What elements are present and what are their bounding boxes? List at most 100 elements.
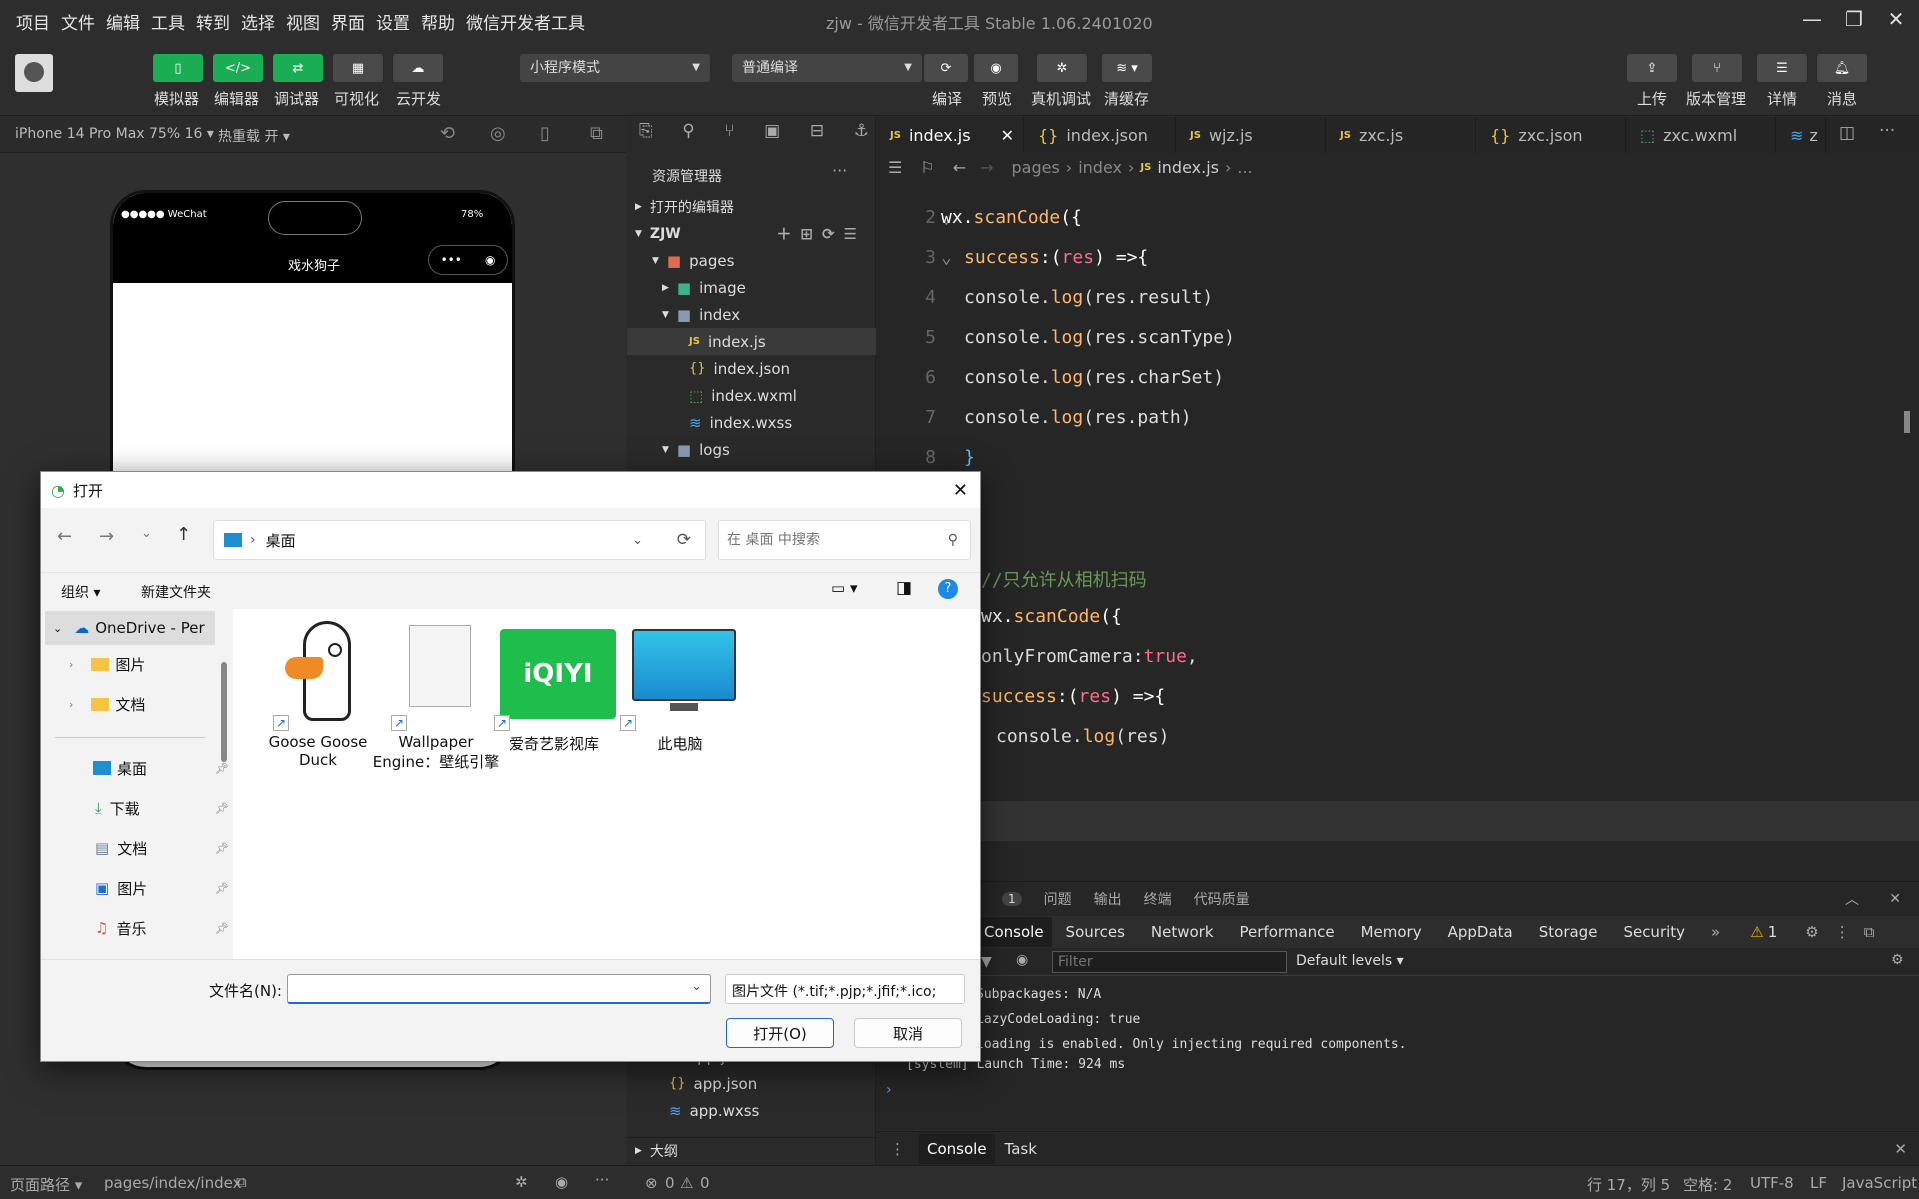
preview-pane-icon[interactable]: ◨ <box>896 578 912 598</box>
minimize-icon[interactable]: — <box>1792 4 1832 34</box>
tab-output[interactable]: 输出 <box>1094 889 1122 909</box>
outline-section[interactable]: ▶ 大纲 <box>627 1137 876 1164</box>
version-button[interactable]: ⑂ <box>1692 54 1742 82</box>
nav-pics2[interactable]: ▣ 图片 📌︎ <box>51 871 231 905</box>
forward-icon[interactable]: → <box>99 526 114 547</box>
tab-security[interactable]: Security <box>1623 923 1685 941</box>
clear-cache-button[interactable]: ≋ ▾ <box>1102 54 1152 82</box>
target-icon[interactable]: ◉ <box>485 253 495 267</box>
hot-reload-toggle[interactable]: 热重载 开 ▾ <box>218 126 290 146</box>
close-icon[interactable]: ✕ <box>1876 4 1916 34</box>
back-icon[interactable]: ← <box>57 526 72 547</box>
tab-zxc-js[interactable]: JS zxc.js <box>1326 117 1476 153</box>
cloud-button[interactable]: ☁ <box>393 54 443 82</box>
tab-terminal[interactable]: 终端 <box>1144 889 1172 909</box>
capsule-button[interactable]: ••• ◉ <box>428 245 508 275</box>
rotate-icon[interactable]: ⟲ <box>440 123 455 144</box>
explorer-actions[interactable]: ＋⊞⟳☰ <box>776 223 866 244</box>
filter-input[interactable] <box>1052 951 1287 973</box>
file-item[interactable]: ↗ 此电脑 <box>615 621 745 754</box>
tab-index-json[interactable]: {} index.json <box>1024 117 1176 153</box>
search-input[interactable] <box>727 532 927 548</box>
menu-goto[interactable]: 转到 <box>196 9 230 34</box>
gear-icon[interactable]: ⚙ <box>1891 952 1904 968</box>
tree-row-image[interactable]: ▶ ■ image <box>627 274 876 301</box>
chevron-down-icon[interactable]: ⌄ <box>141 526 152 541</box>
cursor-position[interactable]: 行 17，列 5 <box>1587 1174 1670 1195</box>
gear-icon[interactable]: ⚙ <box>1805 923 1818 941</box>
tab-performance[interactable]: Performance <box>1240 923 1335 941</box>
tree-row-pages[interactable]: ▼ ■ pages <box>627 247 876 274</box>
pin-icon[interactable]: 📌︎ <box>215 882 229 895</box>
line-ending[interactable]: LF <box>1810 1174 1827 1192</box>
forward-icon[interactable]: → <box>980 158 993 177</box>
open-editors-section[interactable]: ▶ 打开的编辑器 <box>627 193 876 220</box>
mode-select[interactable]: 小程序模式 ▼ <box>520 54 710 82</box>
nav-music[interactable]: ♫ 音乐 📌︎ <box>51 911 231 945</box>
split-editor-icon[interactable]: ◫ <box>1839 123 1855 143</box>
tree-row-index-js[interactable]: JS index.js <box>627 328 876 355</box>
nav-docs2[interactable]: ▤ 文档 📌︎ <box>51 831 231 865</box>
pin-icon[interactable]: 📌︎ <box>215 922 229 935</box>
tab-console[interactable]: Console <box>976 917 1052 947</box>
more-icon[interactable]: ··· <box>1879 121 1895 141</box>
language-mode[interactable]: JavaScript <box>1842 1174 1917 1192</box>
close-icon[interactable]: ✕ <box>1001 126 1014 145</box>
tab-memory[interactable]: Memory <box>1361 923 1422 941</box>
tree-row-index-wxml[interactable]: ⬚ index.wxml <box>627 382 876 409</box>
phone-icon[interactable]: ▯ <box>540 123 550 144</box>
nav-pictures[interactable]: › 图片 <box>51 647 231 681</box>
copy-icon[interactable]: ⧉ <box>236 1173 247 1191</box>
nav-desktop[interactable]: 桌面 📌︎ <box>51 751 231 785</box>
stop-icon[interactable]: ◎ <box>490 123 506 144</box>
menu-help[interactable]: 帮助 <box>421 9 455 34</box>
maximize-icon[interactable]: ❐ <box>1834 4 1874 34</box>
menu-project[interactable]: 项目 <box>16 9 50 34</box>
chevron-down-icon[interactable]: ⌄ <box>691 979 702 994</box>
file-item[interactable]: iQIYI ↗ 爱奇艺影视库 <box>489 621 619 754</box>
context-caret-icon[interactable]: ▼ <box>981 954 992 970</box>
box-icon[interactable]: ⊟ <box>810 121 824 147</box>
popout-icon[interactable]: ⧉ <box>590 123 603 144</box>
editor-button[interactable]: </> <box>213 54 263 82</box>
device-select[interactable]: iPhone 14 Pro Max 75% 16 ▾ <box>15 126 214 142</box>
refresh-icon[interactable]: ⟳ <box>677 530 691 550</box>
warning-count[interactable]: 0 <box>700 1174 710 1192</box>
avatar[interactable] <box>15 54 53 92</box>
eye-icon[interactable]: ◉ <box>555 1173 568 1191</box>
list-icon[interactable]: ☰ <box>888 158 902 177</box>
close-icon[interactable]: ✕ <box>1894 1140 1907 1158</box>
tab-index-js[interactable]: JS index.js ✕ <box>876 117 1024 153</box>
nav-downloads[interactable]: ⤓ 下载 📌︎ <box>51 791 231 825</box>
error-count[interactable]: 0 <box>665 1174 675 1192</box>
extensions-icon[interactable]: ▣ <box>764 121 780 147</box>
menu-select[interactable]: 选择 <box>241 9 275 34</box>
view-icon[interactable]: ▭ ▾ <box>831 579 857 597</box>
tree-row-app-wxss[interactable]: ≋ app.wxss <box>627 1097 876 1124</box>
git-icon[interactable]: ⑂ <box>724 121 734 147</box>
chevron-up-icon[interactable]: ︿ <box>1845 889 1859 909</box>
tree-row-app-json[interactable]: {} app.json <box>627 1070 876 1097</box>
breadcrumb-item[interactable]: pages <box>1012 158 1060 177</box>
help-icon[interactable]: ? <box>938 579 958 599</box>
indentation[interactable]: 空格: 2 <box>1683 1174 1732 1195</box>
visual-button[interactable]: ▦ <box>333 54 383 82</box>
debugger-button[interactable]: ⇄ <box>273 54 323 82</box>
search-icon[interactable]: ⚲ <box>948 532 958 548</box>
tree-row-index[interactable]: ▼ ■ index <box>627 301 876 328</box>
close-icon[interactable]: ✕ <box>953 480 968 501</box>
pin-icon[interactable]: 📌︎ <box>215 762 229 775</box>
more-icon[interactable]: ••• <box>441 253 462 267</box>
messages-button[interactable]: 🔔︎ <box>1817 54 1867 82</box>
search-icon[interactable]: ⚲ <box>682 121 694 147</box>
open-button[interactable]: 打开(O) <box>726 1018 834 1048</box>
nav-documents[interactable]: › 文档 <box>51 687 231 721</box>
breadcrumb-item[interactable]: index <box>1078 158 1122 177</box>
kebab-icon[interactable]: ⋮ <box>890 1140 905 1158</box>
tree-row-index-wxss[interactable]: ≋ index.wxss <box>627 409 876 436</box>
menu-interface[interactable]: 界面 <box>331 9 365 34</box>
new-folder-button[interactable]: 新建文件夹 <box>141 582 211 602</box>
tab-network[interactable]: Network <box>1151 923 1214 941</box>
details-button[interactable]: ☰ <box>1757 54 1807 82</box>
levels-select[interactable]: Default levels ▾ <box>1296 953 1404 969</box>
